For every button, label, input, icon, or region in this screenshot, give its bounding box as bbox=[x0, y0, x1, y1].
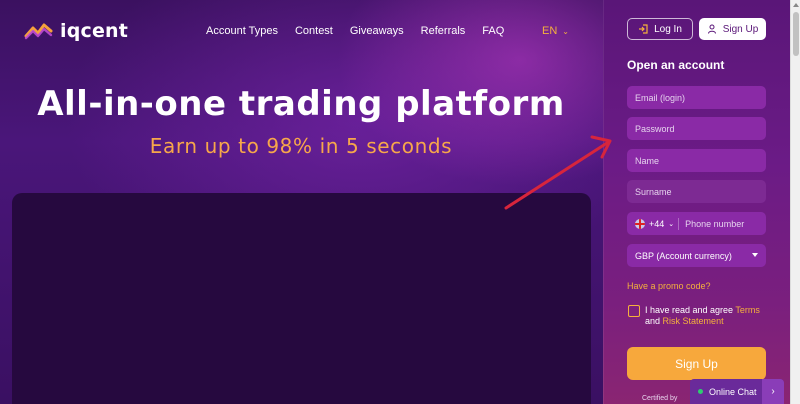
nav-account-types[interactable]: Account Types bbox=[206, 25, 278, 37]
phone-country-selector[interactable]: +44 ⌄ bbox=[635, 218, 675, 229]
phone-field[interactable]: +44 ⌄ Phone number bbox=[627, 212, 766, 235]
nav-faq[interactable]: FAQ bbox=[482, 25, 504, 37]
language-selector[interactable]: EN ⌄ bbox=[542, 25, 569, 37]
online-status-dot bbox=[698, 389, 703, 394]
login-label: Log In bbox=[654, 23, 682, 35]
hero-subtitle: Earn up to 98% in 5 seconds bbox=[149, 134, 453, 158]
form-title: Open an account bbox=[627, 58, 725, 72]
chevron-down-icon: ⌄ bbox=[562, 26, 569, 36]
promo-code-link[interactable]: Have a promo code? bbox=[627, 281, 711, 291]
hero-title: All-in-one trading platform bbox=[37, 84, 565, 124]
scrollbar-thumb[interactable] bbox=[793, 12, 799, 56]
certified-text: Certified by bbox=[642, 395, 678, 402]
password-placeholder: Password bbox=[635, 123, 675, 134]
signup-submit-button[interactable]: Sign Up bbox=[627, 347, 766, 380]
signup-top-button[interactable]: Sign Up bbox=[699, 18, 766, 40]
caret-down-icon bbox=[752, 253, 758, 257]
nav-giveaways[interactable]: Giveaways bbox=[350, 25, 404, 37]
chevron-down-icon: ⌄ bbox=[668, 220, 675, 228]
login-button[interactable]: Log In bbox=[627, 18, 693, 40]
email-placeholder: Email (login) bbox=[635, 92, 686, 103]
surname-field[interactable]: Surname bbox=[627, 180, 766, 203]
scroll-up-icon[interactable] bbox=[793, 3, 799, 7]
and-label: and bbox=[645, 316, 661, 326]
nav-referrals[interactable]: Referrals bbox=[421, 25, 466, 37]
agree-checkbox[interactable] bbox=[628, 305, 640, 317]
currency-value: GBP (Account currency) bbox=[635, 250, 732, 261]
logo-text: iqcent bbox=[60, 20, 129, 42]
logo-icon bbox=[24, 23, 53, 40]
scrollbar[interactable] bbox=[790, 0, 800, 404]
nav-contest[interactable]: Contest bbox=[295, 25, 333, 37]
online-chat-button[interactable]: Online Chat › bbox=[690, 379, 784, 404]
user-icon bbox=[707, 24, 716, 34]
video-player[interactable] bbox=[12, 193, 591, 404]
phone-divider bbox=[678, 217, 680, 230]
uk-flag-icon bbox=[635, 218, 645, 229]
chevron-right-icon[interactable]: › bbox=[762, 379, 784, 404]
terms-link[interactable]: Terms bbox=[735, 305, 760, 315]
agree-label: I have read and agree bbox=[645, 305, 734, 315]
phone-prefix: +44 bbox=[649, 218, 665, 229]
password-field[interactable]: Password bbox=[627, 117, 766, 140]
risk-statement-link[interactable]: Risk Statement bbox=[663, 316, 724, 326]
signup-panel: Log In Sign Up Open an account Email (lo… bbox=[603, 0, 790, 404]
surname-placeholder: Surname bbox=[635, 186, 672, 197]
currency-select[interactable]: GBP (Account currency) bbox=[627, 244, 766, 267]
phone-placeholder: Phone number bbox=[685, 218, 745, 229]
agree-text: I have read and agree Terms and Risk Sta… bbox=[645, 305, 770, 327]
login-icon bbox=[639, 24, 648, 34]
email-field[interactable]: Email (login) bbox=[627, 86, 766, 109]
name-field[interactable]: Name bbox=[627, 149, 766, 172]
name-placeholder: Name bbox=[635, 155, 660, 166]
logo[interactable]: iqcent bbox=[24, 20, 128, 42]
online-chat-label: Online Chat bbox=[709, 386, 757, 397]
main-nav: Account Types Contest Giveaways Referral… bbox=[206, 25, 521, 37]
language-label: EN bbox=[542, 25, 558, 37]
signup-top-label: Sign Up bbox=[722, 23, 759, 35]
